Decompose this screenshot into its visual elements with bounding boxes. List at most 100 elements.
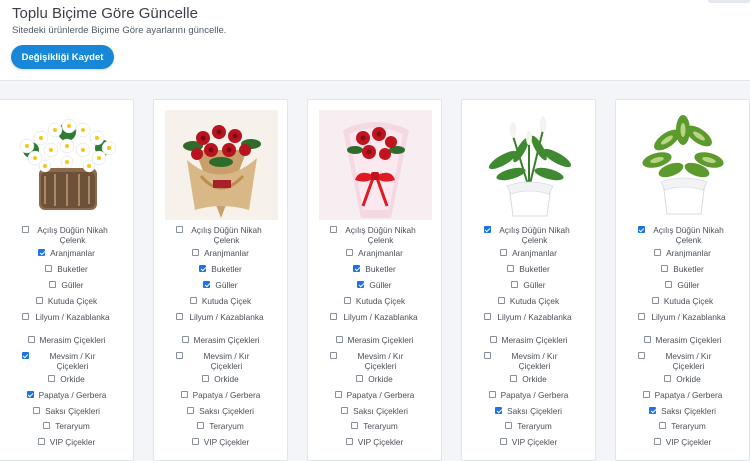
category-checkbox[interactable] [345, 438, 353, 445]
category-checkbox[interactable] [329, 352, 337, 359]
category-checkbox[interactable] [653, 438, 661, 445]
category-option-saksi-cicekleri[interactable]: Saksı Çiçekleri [0, 406, 133, 417]
category-option-kutuda-cicek[interactable]: Kutuda Çiçek [462, 296, 595, 307]
category-checkbox[interactable] [202, 375, 210, 382]
category-option-vip-cicekler[interactable]: VIP Çiçekler [616, 437, 749, 448]
category-option-saksi-cicekleri[interactable]: Saksı Çiçekleri [616, 406, 749, 417]
category-checkbox[interactable] [664, 375, 672, 382]
category-option-lilyum-kazablanka[interactable]: Lilyum / Kazablanka [0, 312, 133, 323]
category-option-vip-cicekler[interactable]: VIP Çiçekler [462, 437, 595, 448]
category-option-orkide[interactable]: Orkide [616, 374, 749, 385]
category-checkbox[interactable] [48, 375, 56, 382]
category-checkbox[interactable] [649, 407, 657, 414]
category-option-saksi-cicekleri[interactable]: Saksı Çiçekleri [462, 406, 595, 417]
category-option-papatya-gerbera[interactable]: Papatya / Gerbera [0, 390, 133, 401]
category-checkbox[interactable] [495, 407, 503, 414]
category-option-acilis-dugun-nikah-celenk[interactable]: Açılış Düğün Nikah Çelenk [154, 225, 287, 245]
category-checkbox[interactable] [45, 265, 53, 272]
category-checkbox[interactable] [197, 422, 205, 429]
category-checkbox[interactable] [49, 281, 57, 288]
category-option-guller[interactable]: Güller [154, 280, 287, 291]
category-checkbox[interactable] [483, 313, 491, 320]
category-checkbox[interactable] [665, 281, 673, 288]
category-checkbox[interactable] [189, 297, 197, 304]
category-checkbox[interactable] [346, 249, 354, 256]
category-checkbox[interactable] [21, 226, 29, 233]
category-option-vip-cicekler[interactable]: VIP Çiçekler [0, 437, 133, 448]
category-checkbox[interactable] [175, 226, 183, 233]
category-checkbox[interactable] [181, 336, 189, 343]
category-checkbox[interactable] [343, 297, 351, 304]
category-option-teraryum[interactable]: Teraryum [616, 421, 749, 432]
category-option-acilis-dugun-nikah-celenk[interactable]: Açılış Düğün Nikah Çelenk [308, 225, 441, 245]
category-option-mevsim-kir-cicekleri[interactable]: Mevsim / Kır Çiçekleri [308, 351, 441, 371]
category-option-guller[interactable]: Güller [616, 280, 749, 291]
category-checkbox[interactable] [21, 352, 29, 359]
category-option-mevsim-kir-cicekleri[interactable]: Mevsim / Kır Çiçekleri [616, 351, 749, 371]
category-checkbox[interactable] [483, 352, 491, 359]
category-checkbox[interactable] [505, 422, 513, 429]
category-option-vip-cicekler[interactable]: VIP Çiçekler [154, 437, 287, 448]
category-option-teraryum[interactable]: Teraryum [154, 421, 287, 432]
category-option-aranjmanlar[interactable]: Aranjmanlar [462, 248, 595, 259]
category-option-acilis-dugun-nikah-celenk[interactable]: Açılış Düğün Nikah Çelenk [0, 225, 133, 245]
category-checkbox[interactable] [357, 281, 365, 288]
category-checkbox[interactable] [356, 375, 364, 382]
category-option-buketler[interactable]: Buketler [616, 264, 749, 275]
category-checkbox[interactable] [341, 407, 349, 414]
category-option-kutuda-cicek[interactable]: Kutuda Çiçek [616, 296, 749, 307]
category-option-merasim-cicekleri[interactable]: Merasim Çiçekleri [0, 335, 133, 346]
category-option-aranjmanlar[interactable]: Aranjmanlar [0, 248, 133, 259]
category-option-mevsim-kir-cicekleri[interactable]: Mevsim / Kır Çiçekleri [462, 351, 595, 371]
category-checkbox[interactable] [488, 391, 496, 398]
category-checkbox[interactable] [335, 336, 343, 343]
category-checkbox[interactable] [659, 422, 667, 429]
category-option-papatya-gerbera[interactable]: Papatya / Gerbera [308, 390, 441, 401]
category-checkbox[interactable] [351, 422, 359, 429]
category-option-acilis-dugun-nikah-celenk[interactable]: Açılış Düğün Nikah Çelenk [616, 225, 749, 245]
category-option-mevsim-kir-cicekleri[interactable]: Mevsim / Kır Çiçekleri [154, 351, 287, 371]
category-checkbox[interactable] [497, 297, 505, 304]
category-option-aranjmanlar[interactable]: Aranjmanlar [308, 248, 441, 259]
category-checkbox[interactable] [329, 313, 337, 320]
category-checkbox[interactable] [661, 265, 669, 272]
category-checkbox[interactable] [199, 265, 207, 272]
save-changes-button[interactable]: Değişikliği Kaydet [11, 45, 114, 69]
category-option-lilyum-kazablanka[interactable]: Lilyum / Kazablanka [616, 312, 749, 323]
category-option-buketler[interactable]: Buketler [308, 264, 441, 275]
category-option-orkide[interactable]: Orkide [154, 374, 287, 385]
category-checkbox[interactable] [637, 226, 645, 233]
category-checkbox[interactable] [37, 438, 45, 445]
category-option-papatya-gerbera[interactable]: Papatya / Gerbera [616, 390, 749, 401]
category-checkbox[interactable] [510, 375, 518, 382]
category-checkbox[interactable] [637, 313, 645, 320]
category-option-buketler[interactable]: Buketler [462, 264, 595, 275]
category-option-orkide[interactable]: Orkide [462, 374, 595, 385]
category-checkbox[interactable] [334, 391, 342, 398]
category-checkbox[interactable] [353, 265, 361, 272]
category-checkbox[interactable] [35, 297, 43, 304]
category-checkbox[interactable] [483, 226, 491, 233]
category-option-guller[interactable]: Güller [462, 280, 595, 291]
category-checkbox[interactable] [643, 336, 651, 343]
category-option-papatya-gerbera[interactable]: Papatya / Gerbera [154, 390, 287, 401]
category-option-kutuda-cicek[interactable]: Kutuda Çiçek [308, 296, 441, 307]
category-option-guller[interactable]: Güller [308, 280, 441, 291]
category-checkbox[interactable] [180, 391, 188, 398]
category-option-papatya-gerbera[interactable]: Papatya / Gerbera [462, 390, 595, 401]
category-checkbox[interactable] [192, 249, 200, 256]
category-checkbox[interactable] [651, 297, 659, 304]
category-checkbox[interactable] [33, 407, 41, 414]
category-checkbox[interactable] [38, 249, 46, 256]
category-option-lilyum-kazablanka[interactable]: Lilyum / Kazablanka [154, 312, 287, 323]
category-checkbox[interactable] [642, 391, 650, 398]
category-checkbox[interactable] [654, 249, 662, 256]
category-option-acilis-dugun-nikah-celenk[interactable]: Açılış Düğün Nikah Çelenk [462, 225, 595, 245]
category-checkbox[interactable] [43, 422, 51, 429]
category-option-orkide[interactable]: Orkide [308, 374, 441, 385]
category-option-merasim-cicekleri[interactable]: Merasim Çiçekleri [308, 335, 441, 346]
category-checkbox[interactable] [27, 336, 35, 343]
category-checkbox[interactable] [499, 438, 507, 445]
category-option-buketler[interactable]: Buketler [154, 264, 287, 275]
category-option-merasim-cicekleri[interactable]: Merasim Çiçekleri [616, 335, 749, 346]
